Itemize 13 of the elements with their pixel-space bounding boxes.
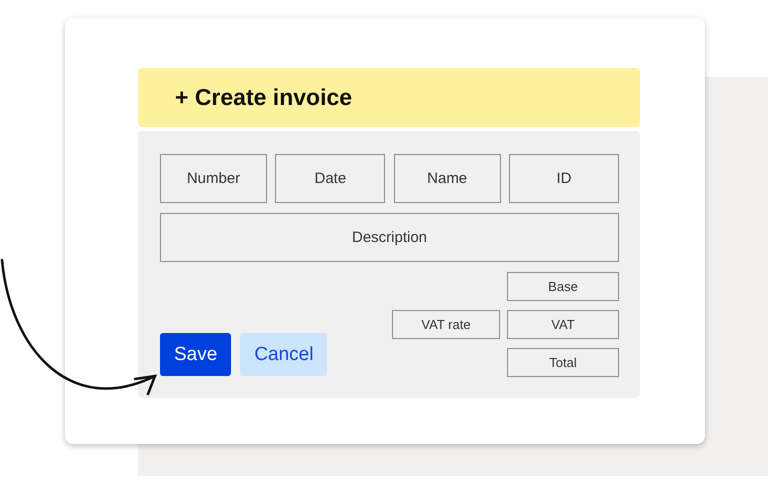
input-field[interactable]: Base [507,272,619,301]
input-field[interactable]: VAT rate [392,310,500,339]
input-field[interactable]: Number [160,154,267,203]
save-button[interactable]: Save [160,333,232,376]
description-field[interactable]: Description [160,213,619,262]
input-field[interactable]: Total [507,348,619,377]
input-field[interactable]: Date [275,154,386,203]
input-field[interactable]: ID [508,154,619,203]
form-title: + Create invoice [175,84,352,111]
curved-arrow-icon [0,258,157,396]
cancel-button[interactable]: Cancel [240,333,328,376]
input-field[interactable]: Name [394,154,501,203]
input-field[interactable]: VAT [507,310,619,339]
